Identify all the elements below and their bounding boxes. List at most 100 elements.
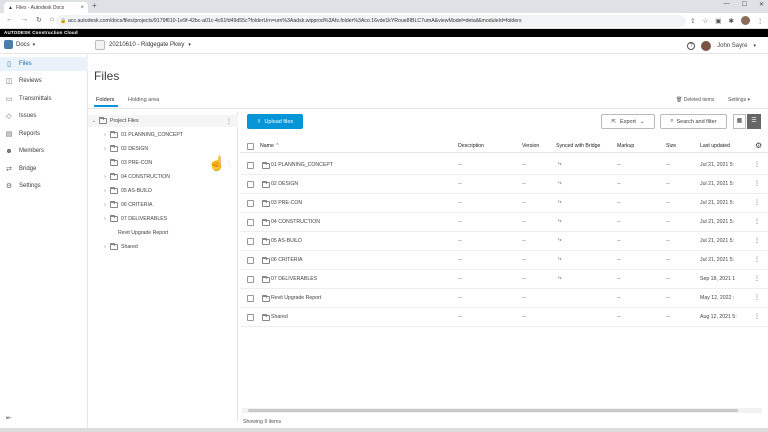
row-checkbox[interactable] [247,162,254,169]
chevron-right-icon[interactable]: › [102,174,108,180]
collapse-nav-icon[interactable]: ⇤ [6,414,12,422]
column-name[interactable]: Name ⌃ [260,143,280,149]
row-name[interactable]: Shared [271,314,288,320]
row-checkbox[interactable] [247,181,254,188]
row-checkbox[interactable] [247,200,254,207]
share-icon[interactable]: ⇪ [690,17,695,25]
nav-item-transmittals[interactable]: ▭ Transmittals [0,92,88,106]
table-row[interactable]: 02 DESIGN -- -- ⤷ -- -- Jul 21, 2021 5: … [240,175,768,194]
tree-item[interactable]: › 05 AS-BUILD [88,185,238,197]
horizontal-scrollbar-thumb[interactable] [248,409,738,412]
row-checkbox[interactable] [247,276,254,283]
tree-item[interactable]: › 06 CRITERIA [88,199,238,211]
list-view-icon[interactable]: ☰ [747,114,761,129]
row-more-actions-icon[interactable]: ⋮ [754,218,760,225]
tree-item[interactable]: › 07 DELIVERABLES [88,213,238,225]
chevron-down-icon[interactable]: ▾ [753,43,756,49]
new-tab-button[interactable]: + [92,1,97,10]
reload-icon[interactable]: ↻ [36,16,42,24]
column-markup[interactable]: Markup [617,143,634,149]
table-row[interactable]: Shared -- -- -- -- Aug 12, 2021 5: ⋮ [240,308,768,327]
tree-item[interactable]: Revit Upgrade Report [88,227,238,239]
row-name[interactable]: 05 AS-BUILD [271,238,302,244]
back-icon[interactable]: ← [6,16,13,24]
row-more-actions-icon[interactable]: ⋮ [754,199,760,206]
home-icon[interactable]: ⌂ [50,16,54,24]
column-description[interactable]: Description [458,143,484,149]
bookmark-star-icon[interactable]: ☆ [702,17,708,25]
tree-item[interactable]: › 02 DESIGN [88,143,238,155]
row-name[interactable]: Revit Upgrade Report [271,295,321,301]
minimize-icon[interactable]: — [724,1,730,8]
row-checkbox[interactable] [247,219,254,226]
chevron-right-icon[interactable]: › [102,244,108,250]
browser-tab[interactable]: ▲ Files - Autodesk Docs × [4,2,88,13]
browser-menu-icon[interactable]: ⋮ [757,17,764,25]
tree-item[interactable]: › 04 CONSTRUCTION [88,171,238,183]
table-row[interactable]: Revit Upgrade Report -- -- -- -- May 12,… [240,289,768,308]
column-size[interactable]: Size [666,143,676,149]
row-name[interactable]: 01 PLANNING_CONCEPT [271,162,333,168]
row-checkbox[interactable] [247,257,254,264]
row-more-actions-icon[interactable]: ⋮ [754,237,760,244]
export-button[interactable]: ⇱ Export ⌄ [601,114,655,129]
column-synced[interactable]: Synced with Bridge [556,143,600,149]
tab-holding-area[interactable]: Holding area [128,97,159,103]
row-more-actions-icon[interactable]: ⋮ [754,161,760,168]
upload-files-button[interactable]: ⇧ Upload files [247,114,303,129]
module-switcher[interactable]: Docs ▾ [4,40,35,49]
tree-item[interactable]: › 01 PLANNING_CONCEPT [88,129,238,141]
row-checkbox[interactable] [247,295,254,302]
row-checkbox[interactable] [247,314,254,321]
chevron-right-icon[interactable]: › [102,132,108,138]
row-name[interactable]: 02 DESIGN [271,181,298,187]
row-more-actions-icon[interactable]: ⋮ [754,180,760,187]
project-switcher[interactable]: 20210610 - Ridgegate Pkwy ▾ [95,40,191,50]
table-row[interactable]: 06 CRITERIA -- -- ⤷ -- -- Jul 21, 2021 5… [240,251,768,270]
url-field[interactable]: 🔒 acc.autodesk.com/docs/files/projects/9… [56,15,686,27]
nav-item-bridge[interactable]: ⇄ Bridge [0,162,88,176]
row-more-actions-icon[interactable]: ⋮ [754,256,760,263]
row-name[interactable]: 04 CONSTRUCTION [271,219,320,225]
forward-icon[interactable]: → [21,16,28,24]
row-name[interactable]: 03 PRE-CON [271,200,302,206]
deleted-items-link[interactable]: 🗑 Deleted items [676,97,714,103]
close-tab-icon[interactable]: × [80,5,84,11]
extension-icon[interactable]: ▣ [715,17,721,25]
chevron-right-icon[interactable]: › [102,146,108,152]
column-version[interactable]: Version [522,143,539,149]
settings-menu[interactable]: Settings ▾ [728,97,750,103]
table-row[interactable]: 03 PRE-CON -- -- ⤷ -- -- Jul 21, 2021 5:… [240,194,768,213]
more-actions-icon[interactable]: ⋮ [226,118,232,125]
select-all-checkbox[interactable] [247,143,254,150]
row-checkbox[interactable] [247,238,254,245]
help-icon[interactable]: ? [687,42,696,50]
extensions-puzzle-icon[interactable]: ✱ [728,17,733,25]
chevron-right-icon[interactable]: › [102,202,108,208]
row-name[interactable]: 06 CRITERIA [271,257,302,263]
tree-item-project-files[interactable]: ⌄ Project Files ⋮ [88,115,238,127]
nav-item-members[interactable]: ☻ Members [0,144,88,158]
chevron-right-icon[interactable]: › [102,216,108,222]
row-name[interactable]: 07 DELIVERABLES [271,276,317,282]
grid-view-icon[interactable]: ▦ [733,114,746,129]
row-more-actions-icon[interactable]: ⋮ [754,313,760,320]
table-row[interactable]: 05 AS-BUILD -- -- ⤷ -- -- Jul 21, 2021 5… [240,232,768,251]
user-name[interactable]: John Sayre [717,43,747,49]
nav-item-settings[interactable]: ⚙ Settings [0,179,88,193]
row-more-actions-icon[interactable]: ⋮ [754,275,760,282]
table-row[interactable]: 04 CONSTRUCTION -- -- ⤷ -- -- Jul 21, 20… [240,213,768,232]
search-and-filter-button[interactable]: ⌕ Search and filter [660,114,727,129]
nav-item-files[interactable]: ▯ Files [0,57,88,71]
nav-item-issues[interactable]: ◇ Issues [0,109,88,123]
tab-folders[interactable]: Folders [96,97,114,103]
column-settings-gear-icon[interactable]: ⚙ [755,141,762,150]
row-more-actions-icon[interactable]: ⋮ [754,294,760,301]
maximize-icon[interactable]: ☐ [742,1,747,8]
chevron-right-icon[interactable]: › [102,188,108,194]
column-last-updated[interactable]: Last updated [700,143,730,149]
nav-item-reviews[interactable]: ◫ Reviews [0,74,88,88]
more-actions-icon[interactable]: ⋮ [226,160,232,167]
tree-item[interactable]: › Shared [88,241,238,253]
table-row[interactable]: 01 PLANNING_CONCEPT -- -- ⤷ -- -- Jul 21… [240,156,768,175]
